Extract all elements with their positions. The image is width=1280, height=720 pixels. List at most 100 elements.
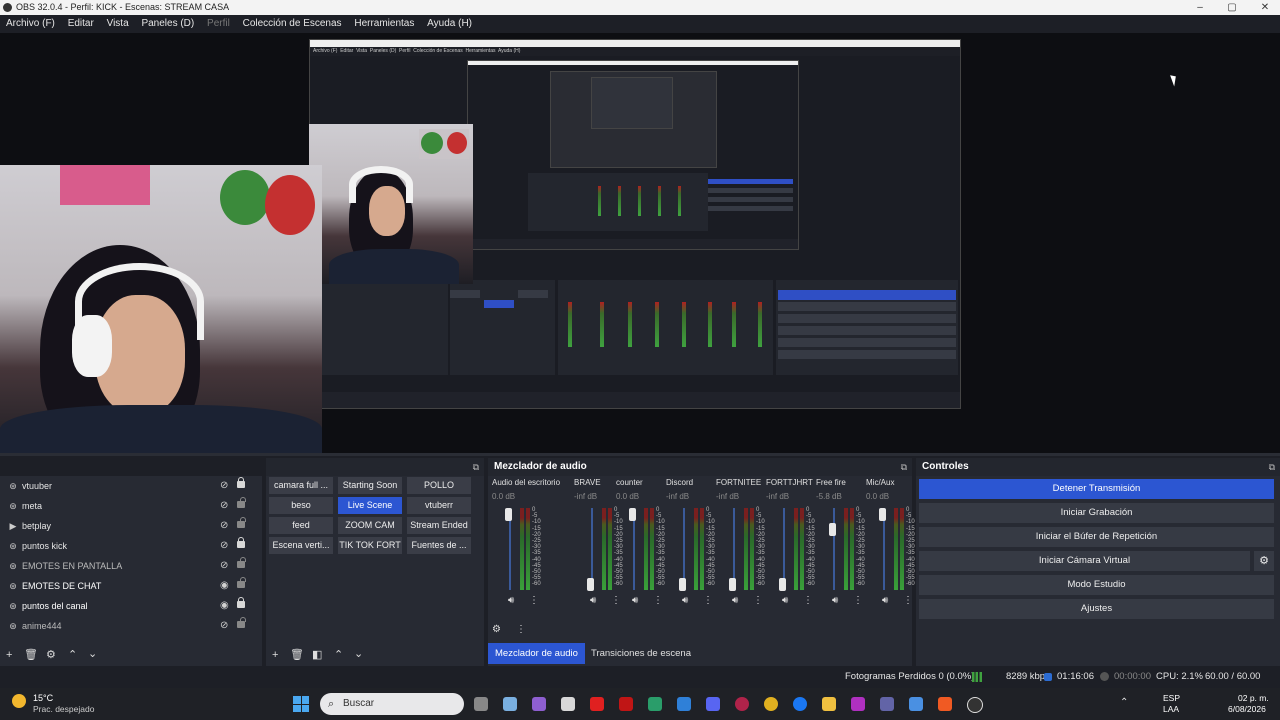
stop-streaming-button[interactable]: Detener Transmisión: [919, 479, 1274, 499]
start-recording-button[interactable]: Iniciar Grabación: [919, 503, 1274, 523]
dock-undock-icon[interactable]: ⧉: [1269, 458, 1275, 476]
volume-slider-handle[interactable]: [879, 508, 886, 521]
channel-menu-dots-icon[interactable]: ⋮: [753, 595, 763, 606]
source-item[interactable]: ⊛ meta ⊘: [0, 496, 262, 516]
visibility-off-icon[interactable]: ⊘: [220, 476, 228, 496]
visibility-off-icon[interactable]: ⊘: [220, 516, 228, 536]
store-icon[interactable]: [561, 697, 575, 711]
tray-chevron-icon[interactable]: ⌃: [1120, 697, 1128, 708]
menu-vista[interactable]: Vista: [107, 18, 129, 29]
source-item[interactable]: ⊛ puntos del canal ◉: [0, 596, 262, 616]
discord-icon[interactable]: [706, 697, 720, 711]
lock-icon[interactable]: [237, 597, 245, 608]
edge-icon[interactable]: [648, 697, 662, 711]
move-up-button[interactable]: ⌃: [334, 648, 343, 662]
channel-menu-dots-icon[interactable]: ⋮: [853, 595, 863, 606]
speaker-icon[interactable]: 🔊︎: [682, 595, 688, 606]
taskbar-search-box[interactable]: ⌕ Buscar: [320, 693, 464, 715]
lock-icon[interactable]: [237, 537, 245, 548]
netflix-icon[interactable]: [619, 697, 633, 711]
maximize-button[interactable]: ▢: [1217, 0, 1247, 15]
source-item[interactable]: ⊛ EMOTES EN PANTALLA ⊘: [0, 556, 262, 576]
unlock-icon[interactable]: [237, 617, 246, 628]
mail-icon[interactable]: [677, 697, 691, 711]
channel-menu-dots-icon[interactable]: ⋮: [803, 595, 813, 606]
scene-button[interactable]: Escena verti...: [269, 537, 333, 554]
unlock-icon[interactable]: [237, 557, 246, 568]
volume-slider-handle[interactable]: [587, 578, 594, 591]
scene-button[interactable]: Starting Soon: [338, 477, 402, 494]
dock-separator[interactable]: [0, 453, 1280, 456]
scene-button[interactable]: Fuentes de ...: [407, 537, 471, 554]
input-lang-variant[interactable]: LAA: [1163, 704, 1179, 714]
remove-scene-button[interactable]: 🗑: [290, 648, 304, 662]
move-up-button[interactable]: ⌃: [68, 648, 77, 662]
visibility-on-icon[interactable]: ◉: [220, 596, 229, 616]
speaker-icon[interactable]: 🔊︎: [882, 595, 888, 606]
source-properties-gear-icon[interactable]: ⚙: [46, 648, 56, 662]
speaker-icon[interactable]: 🔊︎: [832, 595, 838, 606]
photos-icon[interactable]: [909, 697, 923, 711]
visibility-on-icon[interactable]: ◉: [220, 576, 229, 596]
menu-archivo[interactable]: Archivo (F): [6, 18, 55, 29]
volume-slider-handle[interactable]: [679, 578, 686, 591]
studio-mode-button[interactable]: Modo Estudio: [919, 575, 1274, 595]
remove-source-button[interactable]: 🗑: [24, 648, 38, 662]
channel-menu-dots-icon[interactable]: ⋮: [903, 595, 913, 606]
menu-paneles[interactable]: Paneles (D): [141, 18, 194, 29]
unlock-icon[interactable]: [237, 517, 246, 528]
windows-start-icon[interactable]: [293, 696, 309, 712]
volume-slider-handle[interactable]: [779, 578, 786, 591]
add-scene-button[interactable]: +: [272, 648, 278, 662]
scene-button[interactable]: TIK TOK FORT: [338, 537, 402, 554]
speaker-icon[interactable]: 🔊︎: [732, 595, 738, 606]
visibility-off-icon[interactable]: ⊘: [220, 496, 228, 516]
weather-icon[interactable]: [12, 694, 26, 708]
app-icon[interactable]: [851, 697, 865, 711]
volume-slider-handle[interactable]: [729, 578, 736, 591]
clock-time[interactable]: 02 p. m.: [1238, 693, 1269, 703]
tab-audio-mixer[interactable]: Mezclador de audio: [488, 643, 585, 664]
channel-menu-dots-icon[interactable]: ⋮: [611, 595, 621, 606]
facebook-icon[interactable]: [793, 697, 807, 711]
scene-button[interactable]: Stream Ended: [407, 517, 471, 534]
add-source-button[interactable]: +: [6, 648, 12, 662]
volume-slider-handle[interactable]: [829, 523, 836, 536]
weather-desc[interactable]: Prac. despejado: [33, 704, 94, 714]
copilot-icon[interactable]: [532, 697, 546, 711]
source-item[interactable]: ▶ betplay ⊘: [0, 516, 262, 536]
speaker-icon[interactable]: 🔊︎: [632, 595, 638, 606]
scene-button[interactable]: camara full ...: [269, 477, 333, 494]
move-down-button[interactable]: ⌄: [88, 647, 97, 661]
tab-scene-transitions[interactable]: Transiciones de escena: [584, 643, 698, 664]
stream-preview[interactable]: Archivo (F) Editar Vista Paneles (D) Per…: [0, 33, 1280, 453]
app-icon[interactable]: [503, 697, 517, 711]
source-item[interactable]: ⊛ anime444 ⊘: [0, 616, 262, 636]
source-item[interactable]: ⊛ EMOTES DE CHAT ◉: [0, 576, 262, 596]
lock-icon[interactable]: [237, 477, 245, 488]
mixer-menu-dots-icon[interactable]: ⋮: [516, 624, 526, 635]
scene-button[interactable]: beso: [269, 497, 333, 514]
minimize-button[interactable]: –: [1185, 0, 1215, 15]
menu-ayuda[interactable]: Ayuda (H): [427, 18, 472, 29]
start-virtual-camera-button[interactable]: Iniciar Cámara Virtual: [919, 551, 1250, 571]
source-item[interactable]: ⊛ vtuuber ⊘: [0, 476, 262, 496]
visibility-off-icon[interactable]: ⊘: [220, 536, 228, 556]
volume-slider-handle[interactable]: [629, 508, 636, 521]
opera-icon[interactable]: [735, 697, 749, 711]
source-item[interactable]: ⊛ puntos kick ⊘: [0, 536, 262, 556]
speaker-icon[interactable]: 🔊︎: [782, 595, 788, 606]
teams-icon[interactable]: [880, 697, 894, 711]
clock-date[interactable]: 6/08/2026: [1228, 704, 1266, 714]
scene-button[interactable]: feed: [269, 517, 333, 534]
move-down-button[interactable]: ⌄: [354, 647, 363, 661]
virtual-camera-gear-icon[interactable]: ⚙: [1254, 551, 1274, 571]
channel-menu-dots-icon[interactable]: ⋮: [653, 595, 663, 606]
dock-undock-icon[interactable]: ⧉: [473, 458, 479, 476]
channel-menu-dots-icon[interactable]: ⋮: [703, 595, 713, 606]
speaker-icon[interactable]: 🔊︎: [508, 595, 514, 606]
menu-perfil[interactable]: Perfil: [207, 18, 230, 29]
visibility-off-icon[interactable]: ⊘: [220, 616, 228, 636]
close-button[interactable]: ✕: [1250, 0, 1280, 15]
brave-icon[interactable]: [938, 697, 952, 711]
